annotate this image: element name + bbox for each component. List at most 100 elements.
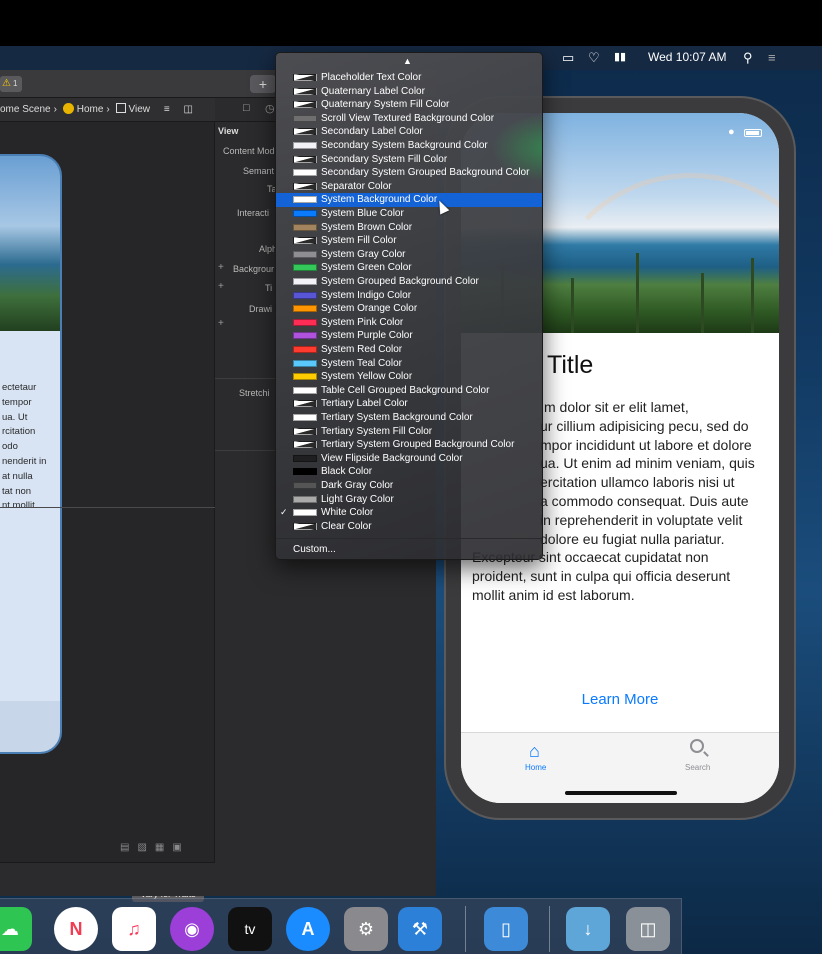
menu-item-secondary-system-grouped-background-color[interactable]: Secondary System Grouped Background Colo… <box>276 166 542 180</box>
menu-item-system-gray-color[interactable]: System Gray Color <box>276 248 542 262</box>
menu-item-system-green-color[interactable]: System Green Color <box>276 261 542 275</box>
library-plus-button[interactable]: + <box>250 75 276 93</box>
menu-item-secondary-system-fill-color[interactable]: Secondary System Fill Color <box>276 153 542 167</box>
chevron-right-icon: › <box>53 104 57 115</box>
color-swatch <box>293 223 317 231</box>
color-swatch <box>293 522 317 530</box>
menu-item-tertiary-label-color[interactable]: Tertiary Label Color <box>276 397 542 411</box>
menu-item-tertiary-system-fill-color[interactable]: Tertiary System Fill Color <box>276 425 542 439</box>
menu-item-secondary-label-color[interactable]: Secondary Label Color <box>276 125 542 139</box>
menu-item-system-indigo-color[interactable]: System Indigo Color <box>276 289 542 303</box>
menu-item-tertiary-system-background-color[interactable]: Tertiary System Background Color <box>276 411 542 425</box>
jumpbar-home[interactable]: Home <box>77 104 104 115</box>
file-inspector-icon[interactable]: □ <box>243 102 250 114</box>
search-icon <box>690 739 704 753</box>
stretching-label: Stretchi <box>239 388 270 398</box>
menu-item-label: Clear Color <box>321 520 372 532</box>
menu-item-system-red-color[interactable]: System Red Color <box>276 343 542 357</box>
battery-icon[interactable]: ▮▮ <box>614 50 626 63</box>
drawing-plus-button[interactable]: + <box>218 318 224 329</box>
jump-bar: ome Scene › Home › View ≡ ◫ <box>0 98 215 122</box>
menu-item-system-background-color[interactable]: System Background Color <box>276 193 542 207</box>
music-icon[interactable]: ♫ <box>112 907 156 951</box>
airplay-icon[interactable]: ▭ <box>562 50 574 66</box>
menu-item-label: Secondary System Background Color <box>321 140 488 151</box>
custom-color-item[interactable]: Custom... <box>293 544 336 555</box>
menu-item-label: System Grouped Background Color <box>321 276 479 287</box>
color-swatch <box>293 495 317 503</box>
menu-item-system-yellow-color[interactable]: System Yellow Color <box>276 370 542 384</box>
news-icon[interactable]: N <box>54 907 98 951</box>
tint-plus-button[interactable]: + <box>218 281 224 292</box>
menu-item-white-color[interactable]: ✓ White Color <box>276 506 542 520</box>
color-swatch <box>293 305 317 313</box>
downloads-folder-icon[interactable]: ↓ <box>566 907 610 951</box>
color-swatch <box>293 250 317 258</box>
layout-tools[interactable]: ▤▧▦▣ <box>120 842 190 853</box>
color-swatch <box>293 142 317 149</box>
lines-icon[interactable]: ≡ <box>164 104 170 115</box>
trash-icon[interactable]: ◫ <box>626 907 670 951</box>
menu-item-system-brown-color[interactable]: System Brown Color <box>276 221 542 235</box>
menu-item-quaternary-system-fill-color[interactable]: Quaternary System Fill Color <box>276 98 542 112</box>
spotlight-icon[interactable]: ⚲ <box>743 50 753 66</box>
menu-item-view-flipside-background-color[interactable]: View Flipside Background Color <box>276 452 542 466</box>
semantic-label: Semant <box>243 166 275 176</box>
color-swatch <box>293 182 317 190</box>
menu-item-label: Tertiary System Grouped Background Color <box>321 439 515 451</box>
podcasts-icon[interactable]: ◉ <box>170 907 214 951</box>
background-plus-button[interactable]: + <box>218 262 224 273</box>
tv-icon[interactable]: tv <box>228 907 272 951</box>
menu-item-system-fill-color[interactable]: System Fill Color <box>276 234 542 248</box>
menu-item-placeholder-text-color[interactable]: Placeholder Text Color <box>276 71 542 85</box>
notification-center-icon[interactable]: ≡ <box>768 50 776 65</box>
jumpbar-view[interactable]: View <box>129 104 151 115</box>
menu-item-label: System Yellow Color <box>321 371 413 383</box>
app-store-icon[interactable]: A <box>286 907 330 951</box>
menu-item-separator-color[interactable]: Separator Color <box>276 180 542 194</box>
menu-item-dark-gray-color[interactable]: Dark Gray Color <box>276 479 542 493</box>
menu-item-light-gray-color[interactable]: Light Gray Color <box>276 493 542 507</box>
menu-item-label: System Green Color <box>321 262 412 274</box>
scroll-up-arrow-icon[interactable]: ▲ <box>403 56 412 66</box>
menu-item-quaternary-label-color[interactable]: Quaternary Label Color <box>276 85 542 99</box>
menu-item-label: Dark Gray Color <box>321 480 394 491</box>
menubar-clock[interactable]: Wed 10:07 AM <box>648 50 727 64</box>
menu-item-scroll-view-textured-background-color[interactable]: Scroll View Textured Background Color <box>276 112 542 126</box>
warning-badge[interactable]: ⚠ 1 <box>0 76 22 92</box>
menu-item-table-cell-grouped-background-color[interactable]: Table Cell Grouped Background Color <box>276 384 542 398</box>
menu-item-system-orange-color[interactable]: System Orange Color <box>276 302 542 316</box>
history-icon[interactable]: ◷ <box>265 102 275 115</box>
color-swatch <box>293 427 317 435</box>
menu-item-system-teal-color[interactable]: System Teal Color <box>276 357 542 371</box>
color-popup-menu: ▲ Custom... Placeholder Text Color Quater… <box>275 52 543 560</box>
system-preferences-icon[interactable]: ⚙ <box>344 907 388 951</box>
storyboard-device-preview[interactable]: ectetaur tempor ua. Ut rcitation odo nenderit… <box>0 154 62 754</box>
learn-more-button[interactable]: Learn More <box>461 691 779 708</box>
messages-icon[interactable]: ☁ <box>0 907 32 951</box>
storyboard-text-line: tat non <box>2 485 32 497</box>
menu-item-label: Light Gray Color <box>321 493 394 505</box>
menu-item-system-blue-color[interactable]: System Blue Color <box>276 207 542 221</box>
wifi-icon[interactable]: ♡ <box>588 50 600 66</box>
menu-item-system-purple-color[interactable]: System Purple Color <box>276 329 542 343</box>
menu-item-label: System Orange Color <box>321 303 418 315</box>
menu-item-black-color[interactable]: Black Color <box>276 465 542 479</box>
palm-tree <box>636 253 639 333</box>
menu-item-label: System Teal Color <box>321 357 402 369</box>
color-swatch <box>293 169 317 177</box>
menu-item-system-grouped-background-color[interactable]: System Grouped Background Color <box>276 275 542 289</box>
menu-item-system-pink-color[interactable]: System Pink Color <box>276 316 542 330</box>
storyboard-canvas[interactable]: ectetaur tempor ua. Ut rcitation odo nenderit… <box>0 122 215 902</box>
storyboard-text-line: nenderit in <box>2 455 47 467</box>
menu-item-clear-color[interactable]: Clear Color <box>276 520 542 534</box>
menu-item-tertiary-system-grouped-background-color[interactable]: Tertiary System Grouped Background Color <box>276 438 542 452</box>
simulator-icon[interactable]: ▯ <box>484 907 528 951</box>
assistant-editor-icon[interactable]: ◫ <box>183 104 192 115</box>
color-swatch <box>293 441 317 449</box>
menu-item-secondary-system-background-color[interactable]: Secondary System Background Color <box>276 139 542 153</box>
jumpbar-scene[interactable]: ome Scene <box>0 104 51 115</box>
body-text-line: mollit anim id est laborum. <box>472 586 635 603</box>
sim-title: Title <box>547 351 594 379</box>
xcode-icon[interactable]: ⚒ <box>398 907 442 951</box>
